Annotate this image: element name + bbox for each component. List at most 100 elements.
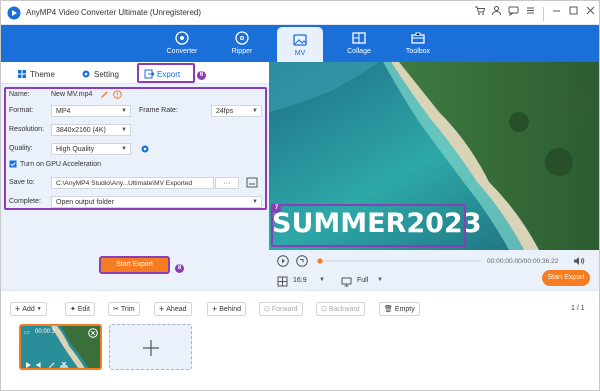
display-icon — [341, 277, 352, 287]
forward-button[interactable]: ⊡ Forward — [259, 302, 303, 316]
toolbox-icon — [411, 32, 425, 44]
nav-label: Ripper — [231, 48, 253, 55]
add-button[interactable]: + Add ▼ — [10, 302, 47, 316]
ahead-button[interactable]: + Ahead — [154, 302, 192, 316]
saveto-label: Save to: — [9, 179, 35, 186]
scissors-icon[interactable] — [60, 361, 68, 369]
resolution-select[interactable]: 3840x2160 (4K) ▼ — [51, 124, 131, 136]
select-value: MP4 — [56, 108, 71, 115]
video-icon: ▭ — [24, 330, 30, 336]
volume-icon[interactable] — [573, 255, 585, 267]
behind-button[interactable]: + Behind — [207, 302, 247, 316]
plus-icon: + — [212, 304, 218, 314]
export-tab-highlight — [137, 63, 195, 83]
step-badge: 7 — [272, 204, 281, 213]
nav-toolbox[interactable]: Toolbox — [395, 25, 441, 62]
resolution-label: Resolution: — [9, 126, 45, 133]
cart-icon[interactable] — [473, 5, 486, 19]
button-label: Behind — [219, 305, 242, 313]
user-icon[interactable] — [490, 5, 503, 19]
plus-icon — [143, 340, 159, 356]
tab-theme[interactable]: Theme — [17, 66, 55, 82]
select-value: Open output folder — [56, 199, 114, 206]
add-clip-button[interactable] — [109, 324, 192, 370]
empty-button[interactable]: 🗑 Empty — [379, 302, 420, 316]
timeline-clip[interactable]: 00:00:3 ▭ — [19, 324, 102, 370]
fit-mode-select[interactable]: Full — [357, 277, 368, 284]
clip-duration: 00:00:3 — [35, 329, 56, 335]
nav-collage[interactable]: Collage — [336, 25, 382, 62]
forward-icon: ⊡ — [264, 306, 270, 313]
plus-icon: + — [15, 304, 21, 314]
converter-icon — [175, 31, 189, 45]
edit-name-icon[interactable] — [100, 90, 109, 99]
minimize-icon[interactable] — [550, 5, 563, 19]
timeline-toolbar: + Add ▼ ✦ Edit ✂ Trim + Ahead + Behind ⊡ Forwar… — [1, 290, 599, 320]
nav-label: MV — [294, 50, 306, 57]
aspect-ratio-icon — [277, 276, 288, 287]
chevron-down-icon: ▼ — [121, 146, 127, 152]
edit-button[interactable]: ✦ Edit — [65, 302, 95, 316]
open-folder-icon[interactable] — [246, 177, 258, 188]
app-window: AnyMP4 Video Converter Ultimate (Unregis… — [0, 0, 600, 391]
nav-mv[interactable]: MV — [277, 27, 323, 62]
aspect-ratio-select[interactable]: 16:9 — [293, 277, 307, 284]
collage-icon — [352, 32, 366, 44]
step-badge: 8 — [175, 264, 184, 273]
tab-label: Theme — [30, 69, 55, 79]
backward-icon: ⊡ — [321, 306, 327, 313]
feedback-icon[interactable] — [507, 5, 520, 19]
ripper-icon — [235, 31, 249, 45]
button-label: Edit — [77, 305, 90, 313]
framerate-select[interactable]: 24fps ▼ — [211, 105, 262, 117]
nav-converter[interactable]: Converter — [159, 25, 205, 62]
info-icon[interactable] — [113, 90, 122, 99]
button-label: Trim — [120, 305, 135, 313]
time-display: 00:00:00.00/00:00:36.22 — [487, 258, 559, 265]
framerate-label: Frame Rate: — [139, 107, 178, 114]
backward-button[interactable]: ⊡ Backward — [316, 302, 365, 316]
quality-settings-icon[interactable] — [140, 144, 150, 154]
format-label: Format: — [9, 107, 34, 114]
nav-ripper[interactable]: Ripper — [219, 25, 265, 62]
name-label: Name: — [9, 91, 30, 98]
theme-icon — [18, 70, 26, 78]
button-label: Forward — [271, 305, 298, 313]
edit-icon[interactable] — [48, 361, 56, 369]
replay-icon[interactable] — [296, 255, 308, 267]
play-icon[interactable] — [24, 361, 32, 369]
nav-label: Collage — [347, 48, 371, 55]
chevron-down-icon[interactable]: ▼ — [377, 277, 383, 283]
page-indicator: 1 / 1 — [571, 305, 585, 312]
chevron-down-icon[interactable]: ▼ — [319, 277, 325, 283]
magic-wand-icon: ✦ — [70, 306, 76, 313]
menu-icon[interactable] — [524, 5, 537, 19]
chevron-down-icon: ▼ — [121, 108, 127, 114]
select-value: High Quality — [56, 146, 95, 153]
chevron-down-icon: ▼ — [36, 306, 42, 312]
player-controls: 00:00:00.00/00:00:36.22 16:9 ▼ Full ▼ St… — [269, 250, 599, 290]
trim-button[interactable]: ✂ Trim — [108, 302, 140, 316]
volume-icon[interactable] — [36, 361, 44, 369]
start-export-button[interactable]: Start Export — [99, 256, 170, 274]
divider — [543, 7, 544, 21]
preview-export-button[interactable]: Start Export — [542, 270, 590, 286]
quality-select[interactable]: High Quality ▼ — [51, 143, 131, 155]
browse-button[interactable]: ··· — [215, 177, 239, 189]
saveto-field[interactable]: C:\AnyMP4 Studio\Any...Ultimate\MV Expor… — [51, 177, 214, 189]
quality-label: Quality: — [9, 145, 33, 152]
remove-clip-icon[interactable] — [88, 328, 98, 338]
close-icon[interactable] — [584, 5, 597, 19]
plus-icon: + — [159, 304, 165, 314]
play-icon[interactable] — [277, 255, 289, 267]
trash-icon: 🗑 — [384, 306, 393, 313]
maximize-icon[interactable] — [567, 5, 580, 19]
gear-icon — [82, 70, 90, 78]
format-select[interactable]: MP4 ▼ — [51, 105, 131, 117]
gpu-label: Turn on GPU Acceleration — [20, 161, 102, 168]
progress-slider[interactable] — [317, 258, 482, 264]
complete-select[interactable]: Open output folder ▼ — [51, 196, 262, 208]
tab-setting[interactable]: Setting — [81, 66, 119, 82]
mv-tabs: Theme Setting Export 6 — [1, 62, 269, 84]
gpu-checkbox[interactable] — [9, 160, 17, 168]
